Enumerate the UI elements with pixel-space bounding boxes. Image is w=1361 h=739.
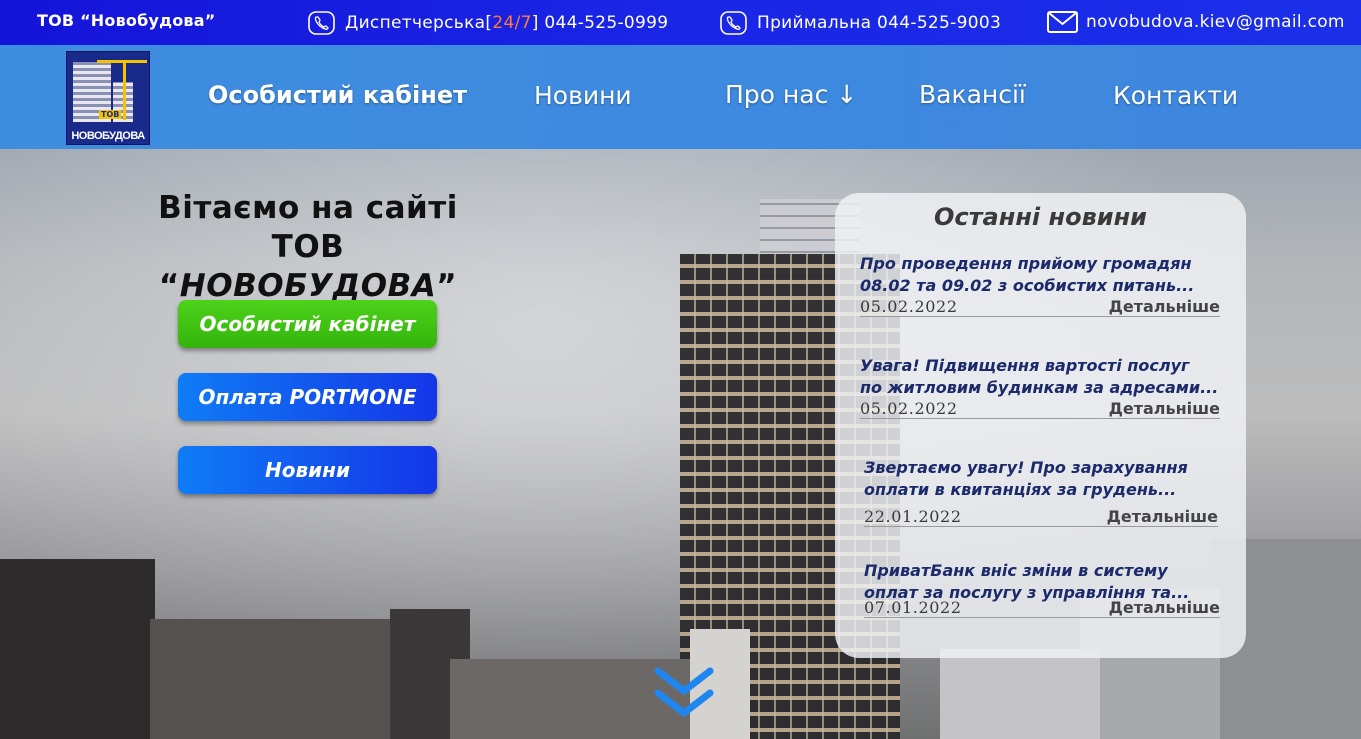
building-image <box>150 619 390 739</box>
news-item-title-line1: Увага! Підвищення вартості послуг <box>860 356 1190 375</box>
news-item-date: 07.01.2022 <box>864 598 962 617</box>
email-link[interactable]: novobudova.kiev@gmail.com <box>1047 11 1345 33</box>
hero-section: Вітаємо на сайті ТОВ “НОВОБУДОВА” Особис… <box>0 149 1361 739</box>
news-more-link[interactable]: Детальніше <box>1109 399 1220 418</box>
dispatch-label: Диспетчерська[ <box>345 13 493 33</box>
news-button[interactable]: Новини <box>178 446 437 494</box>
company-name: ТОВ “Новобудова” <box>37 11 216 30</box>
welcome-line-1: Вітаємо на сайті <box>158 190 458 226</box>
logo-tov-text: ТОВ <box>99 110 122 119</box>
news-item[interactable]: Звертаємо увагу! Про зарахування оплати … <box>864 457 1218 527</box>
cabinet-button[interactable]: Особистий кабінет <box>178 300 437 348</box>
news-item[interactable]: ПриватБанк вніс зміни в систему оплат за… <box>864 560 1220 618</box>
welcome-suffix: ” <box>436 268 458 304</box>
reception-phone-link[interactable]: Приймальна 044-525-9003 <box>720 11 1001 35</box>
news-panel-title: Останні новини <box>934 203 1147 231</box>
welcome-company-name: НОВОБУДОВА <box>179 268 437 304</box>
phone-icon <box>720 11 747 35</box>
building-image <box>940 649 1100 739</box>
reception-text: Приймальна 044-525-9003 <box>757 13 1002 33</box>
nav-about-dropdown[interactable]: Про нас ↓ <box>725 80 857 109</box>
nav-vacancies-link[interactable]: Вакансії <box>919 80 1026 109</box>
news-item[interactable]: Про проведення прийому громадян 08.02 та… <box>860 253 1220 317</box>
logo-crane-arm <box>97 60 147 63</box>
news-item-title-line2: по житловим будинкам за адресами... <box>860 378 1219 397</box>
nav-news-link[interactable]: Новини <box>534 81 632 110</box>
news-item-title-line1: Звертаємо увагу! Про зарахування <box>864 458 1188 477</box>
mail-icon <box>1047 11 1078 33</box>
dispatch-phone-link[interactable]: Диспетчерська[24/7] 044-525-0999 <box>308 11 668 35</box>
email-text: novobudova.kiev@gmail.com <box>1086 12 1345 32</box>
welcome-heading: Вітаємо на сайті ТОВ “НОВОБУДОВА” <box>130 189 486 306</box>
nav-cabinet-link[interactable]: Особистий кабінет <box>208 81 467 109</box>
news-more-link[interactable]: Детальніше <box>1109 297 1220 316</box>
top-info-bar: ТОВ “Новобудова” Диспетчерська[24/7] 044… <box>0 0 1361 45</box>
latest-news-panel: Останні новини Про проведення прийому гр… <box>835 193 1246 658</box>
logo-name-text: НОВОБУДОВА <box>68 130 148 142</box>
logo-crane-mast <box>123 60 126 120</box>
news-item-title-line2: оплати в квитанціях за грудень... <box>864 480 1177 499</box>
nav-contacts-link[interactable]: Контакти <box>1113 81 1238 110</box>
phone-icon <box>308 11 335 35</box>
news-item[interactable]: Увага! Підвищення вартості послуг по жит… <box>860 355 1220 419</box>
main-navigation: ТОВ НОВОБУДОВА Особистий кабінет Новини … <box>0 45 1361 149</box>
company-logo[interactable]: ТОВ НОВОБУДОВА <box>66 51 150 145</box>
portmone-payment-button[interactable]: Оплата PORTMONE <box>178 373 437 421</box>
news-item-date: 05.02.2022 <box>860 399 958 418</box>
dispatch-text: Диспетчерська[24/7] 044-525-0999 <box>345 13 668 33</box>
dispatch-hours: 24/7 <box>492 13 532 33</box>
news-more-link[interactable]: Детальніше <box>1107 507 1218 526</box>
welcome-line-2: ТОВ “НОВОБУДОВА” <box>130 228 486 306</box>
news-item-title-line1: ПриватБанк вніс зміни в систему <box>864 561 1168 580</box>
scroll-down-chevron-icon[interactable] <box>654 665 714 721</box>
news-item-title-line1: Про проведення прийому громадян <box>860 254 1192 273</box>
news-more-link[interactable]: Детальніше <box>1109 598 1220 617</box>
news-item-date: 22.01.2022 <box>864 507 962 526</box>
news-item-title-line2: 08.02 та 09.02 з особистих питань... <box>860 276 1195 295</box>
building-image <box>0 559 155 739</box>
news-item-date: 05.02.2022 <box>860 297 958 316</box>
dispatch-number: ] 044-525-0999 <box>531 13 669 33</box>
